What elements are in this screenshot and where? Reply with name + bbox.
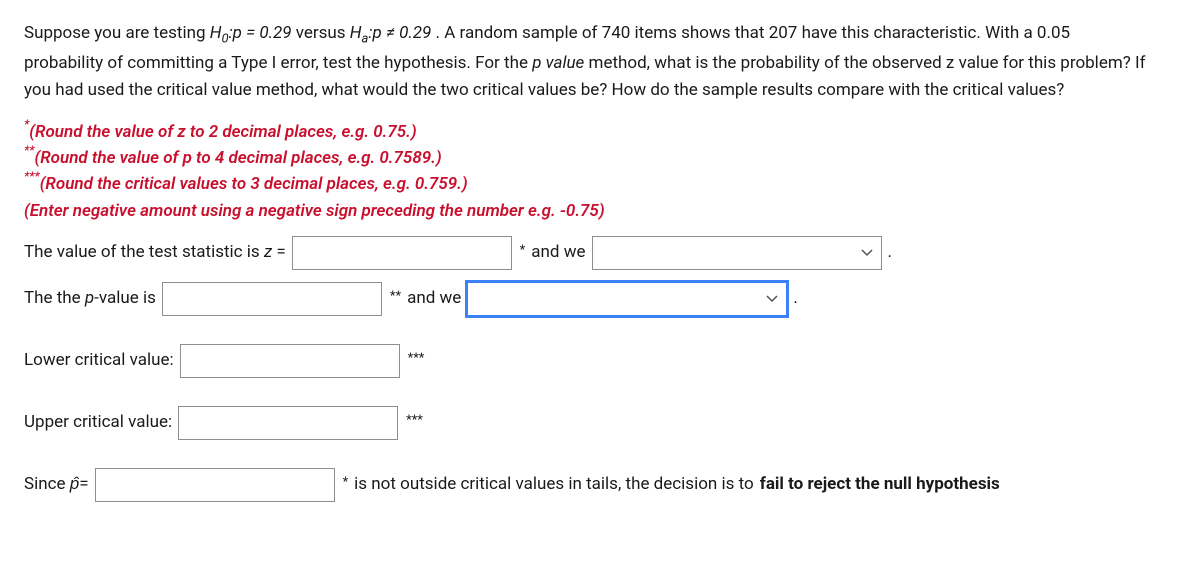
instruction-line1: *(Round the value of z to 2 decimal plac… — [24, 119, 1153, 145]
phat-equals: = — [79, 474, 88, 494]
lower-star: *** — [408, 349, 425, 370]
star-two: ** — [24, 143, 34, 157]
instruction-text1: (Round the value of z to 2 decimal place… — [29, 122, 416, 142]
upper-star: *** — [406, 411, 423, 432]
period-1: . — [888, 239, 892, 266]
z-value-input[interactable] — [292, 236, 512, 270]
z-row: The value of the test statistic is z = *… — [24, 236, 1153, 270]
p-label-post: -value is — [94, 288, 156, 308]
conclusion-bold: fail to reject the null hypothesis — [760, 471, 1000, 498]
star-three: *** — [24, 169, 40, 183]
versus: versus — [292, 23, 350, 43]
h0-H: H — [210, 23, 222, 43]
phat-star: * — [343, 473, 349, 494]
ha-expr: :p ≠ 0.29 — [368, 23, 431, 43]
upper-cv-label: Upper critical value: — [24, 409, 172, 436]
p-label: The the p-value is — [24, 285, 156, 312]
andwe-2: and we — [407, 285, 461, 312]
z-label: The value of the test statistic is z = — [24, 239, 286, 266]
lower-cv-row: Lower critical value: *** — [24, 344, 1153, 378]
instruction-text2: (Round the value of p to 4 decimal place… — [34, 148, 441, 168]
conclusion-row: Since p̂= * is not outside critical valu… — [24, 468, 1153, 502]
z-decision-select[interactable] — [592, 236, 882, 270]
instruction-line4: (Enter negative amount using a negative … — [24, 198, 1153, 224]
upper-cv-row: Upper critical value: *** — [24, 406, 1153, 440]
p-decision-select[interactable] — [467, 282, 787, 316]
p-label-pre: The the — [24, 288, 85, 308]
upper-cv-input[interactable] — [178, 406, 398, 440]
instruction-line2: **(Round the value of p to 4 decimal pla… — [24, 145, 1153, 171]
problem-statement: Suppose you are testing H0:p = 0.29 vers… — [24, 20, 1153, 105]
period-2: . — [793, 285, 797, 312]
h0-sub: 0 — [222, 31, 229, 46]
phat-value-input[interactable] — [95, 468, 335, 502]
phat-symbol: p̂ — [70, 474, 79, 494]
ha-H: H — [350, 23, 362, 43]
h0-expr: :p = 0.29 — [229, 23, 292, 43]
p-row: The the p-value is ** and we . — [24, 282, 1153, 316]
instruction-line3: ***(Round the critical values to 3 decim… — [24, 171, 1153, 197]
lower-cv-label: Lower critical value: — [24, 347, 174, 374]
problem-part1: Suppose you are testing — [24, 23, 210, 43]
p-value-input[interactable] — [162, 282, 382, 316]
lower-cv-input[interactable] — [180, 344, 400, 378]
andwe-1: and we — [531, 239, 585, 266]
p-star: ** — [390, 287, 401, 308]
since-label: Since p̂= — [24, 471, 89, 498]
conclusion-mid: is not outside critical values in tails,… — [354, 471, 754, 498]
since-text: Since — [24, 474, 70, 494]
instructions-block: *(Round the value of z to 2 decimal plac… — [24, 119, 1153, 224]
z-equals: = — [272, 242, 286, 262]
pvalue-word: p value — [532, 53, 584, 73]
star-one: * — [24, 117, 29, 131]
p-word: p — [85, 288, 94, 308]
z-star: * — [520, 241, 526, 262]
instruction-text3: (Round the critical values to 3 decimal … — [40, 174, 468, 194]
z-label-pre: The value of the test statistic is — [24, 242, 264, 262]
z-symbol: z — [264, 242, 272, 262]
